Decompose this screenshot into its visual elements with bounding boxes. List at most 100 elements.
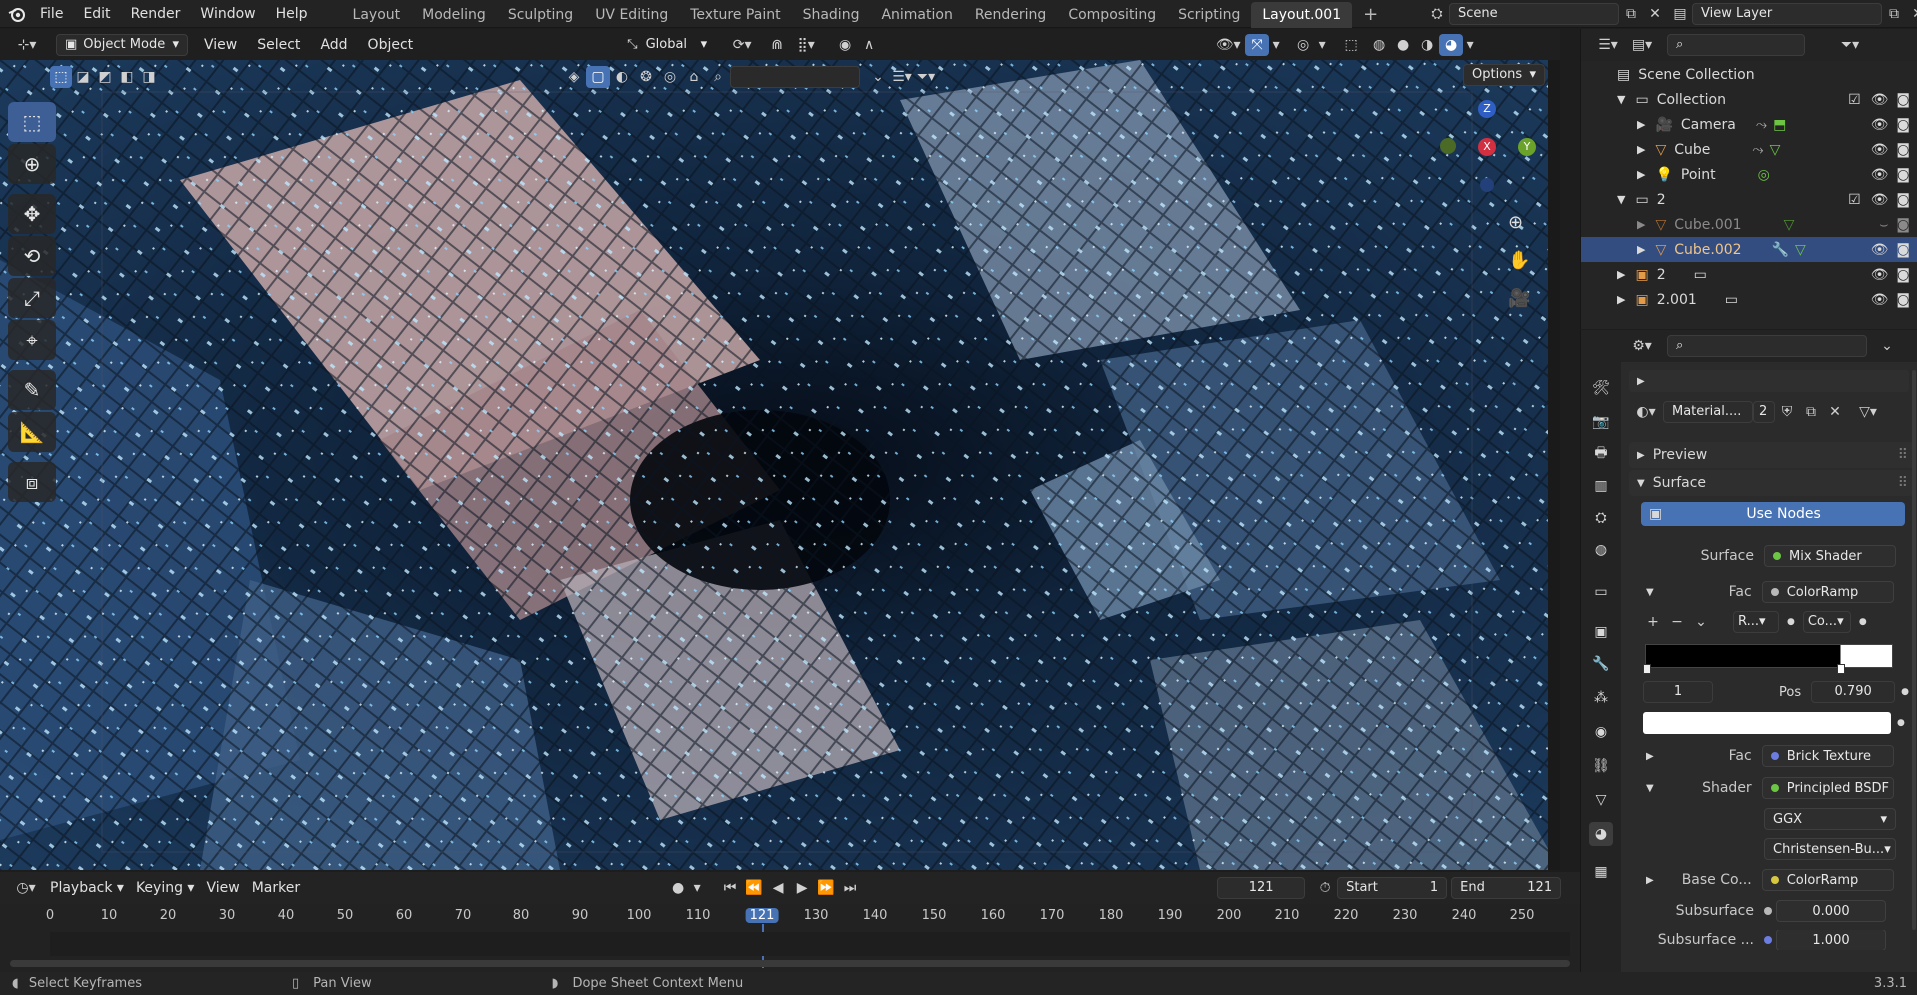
- scene-tab-icon[interactable]: ⛭: [1589, 506, 1613, 530]
- record-icon[interactable]: ●: [666, 877, 690, 899]
- use-nodes-button[interactable]: ▣ Use Nodes: [1641, 502, 1905, 526]
- remove-stop-icon[interactable]: −: [1665, 611, 1689, 633]
- outliner-search-input[interactable]: ⌕: [1667, 34, 1805, 56]
- 3d-viewport[interactable]: ⬚ ◪ ◩ ◧ ◨ ◈ ▢ ◐ ❂ ◎ ⌂ ⌕ ⌄ ☰▾ ⏷▾ Options …: [0, 60, 1560, 870]
- unlink-material-icon[interactable]: ✕: [1823, 401, 1847, 423]
- decorator-dot-icon[interactable]: ●: [1901, 687, 1909, 697]
- outliner-row-instance-2[interactable]: ▶ ▣ 2 ▭ 👁 ◙: [1581, 262, 1917, 287]
- colorramp-gradient[interactable]: [1645, 644, 1893, 668]
- outliner-row-camera[interactable]: ▶ 🎥 Camera ⤳ ⬒ 👁 ◙: [1581, 112, 1917, 137]
- current-frame-field[interactable]: 121: [1217, 877, 1306, 899]
- timeline-menu-marker[interactable]: Marker: [246, 874, 306, 902]
- outliner-editor-type-icon[interactable]: ☰▾: [1591, 34, 1625, 56]
- render-camera-icon[interactable]: ◙: [1896, 117, 1910, 133]
- display-mode-icon[interactable]: ▤▾: [1625, 34, 1659, 56]
- funnel-icon[interactable]: ⏷▾: [914, 66, 938, 88]
- tab-texture-paint[interactable]: Texture Paint: [679, 2, 791, 28]
- timeline-menu-playback[interactable]: Playback ▾: [44, 874, 130, 902]
- viewport-menu-object[interactable]: Object: [358, 31, 424, 59]
- select-invert-icon[interactable]: ◧: [116, 66, 138, 88]
- render-camera-icon[interactable]: ◙: [1896, 292, 1910, 308]
- viewport-search-input[interactable]: [730, 66, 860, 88]
- decorator-dot-icon[interactable]: ●: [1859, 617, 1867, 627]
- chevron-down-icon[interactable]: ▼: [1646, 587, 1654, 598]
- world-filter-icon[interactable]: ◎: [658, 66, 682, 88]
- particles-tab-icon[interactable]: ⁂: [1589, 686, 1613, 710]
- view-layer-tab-icon[interactable]: ▥: [1589, 474, 1613, 498]
- snap-toggle-icon[interactable]: ⋒: [765, 34, 789, 56]
- outliner-row-cube-002[interactable]: ▶ ▽ Cube.002 🔧 ▽ 👁 ◙: [1581, 237, 1917, 262]
- mode-dropdown[interactable]: ▣ Object Mode ▾: [56, 33, 188, 56]
- record-dropdown-icon[interactable]: ▾: [690, 877, 704, 899]
- frame-ruler[interactable]: 0 10 20 30 40 50 60 70 80 90 100 110 121…: [0, 908, 1580, 928]
- subsurface-method-dropdown[interactable]: Christensen-Bu... ▾: [1764, 838, 1896, 860]
- ramp-interpolation-dropdown[interactable]: R...▾: [1733, 611, 1779, 633]
- float-socket-icon[interactable]: [1764, 907, 1772, 915]
- delete-view-layer-icon[interactable]: ✕: [1906, 3, 1917, 25]
- add-workspace-button[interactable]: +: [1352, 2, 1389, 28]
- menu-edit[interactable]: Edit: [73, 0, 120, 28]
- visibility-dropdown-icon[interactable]: 👁▾: [1211, 34, 1245, 56]
- rendered-shading-icon[interactable]: ◕: [1439, 33, 1464, 56]
- render-camera-icon[interactable]: ◙: [1896, 192, 1910, 208]
- annotate-tool[interactable]: ✎: [8, 370, 56, 410]
- jump-start-icon[interactable]: ⏮: [718, 877, 742, 899]
- viewport-menu-add[interactable]: Add: [310, 31, 357, 59]
- eye-icon[interactable]: 👁: [1871, 92, 1889, 108]
- eye-icon[interactable]: 👁: [1871, 167, 1889, 183]
- start-frame-field[interactable]: Start 1: [1337, 877, 1448, 899]
- tab-compositing[interactable]: Compositing: [1057, 2, 1167, 28]
- viewport-menu-view[interactable]: View: [194, 31, 247, 59]
- tab-modeling[interactable]: Modeling: [411, 2, 497, 28]
- menu-file[interactable]: File: [30, 0, 73, 28]
- decorator-dot-icon[interactable]: ●: [1787, 617, 1795, 627]
- fake-user-shield-icon[interactable]: ⛨: [1775, 401, 1799, 423]
- render-camera-icon[interactable]: ◙: [1896, 267, 1910, 283]
- proportional-edit-icon[interactable]: ◉: [833, 34, 857, 56]
- transform-orientation-dropdown[interactable]: ⤡ Global ▾: [619, 34, 715, 56]
- gizmo-x-axis[interactable]: X: [1478, 138, 1496, 156]
- surface-shader-field[interactable]: Mix Shader: [1764, 545, 1896, 567]
- outliner-filter-icon[interactable]: ⏷▾: [1833, 34, 1867, 56]
- pan-hand-icon[interactable]: ✋: [1508, 250, 1530, 271]
- tab-rendering[interactable]: Rendering: [964, 2, 1058, 28]
- ramp-mode-dropdown[interactable]: Co...▾: [1802, 611, 1851, 633]
- tab-shading[interactable]: Shading: [792, 2, 871, 28]
- base-color-input-field[interactable]: ColorRamp: [1761, 869, 1894, 891]
- menu-render[interactable]: Render: [121, 0, 191, 28]
- rotate-tool[interactable]: ⟲: [8, 236, 56, 276]
- fac-input-field[interactable]: ColorRamp: [1761, 581, 1894, 603]
- sphere-filter-icon[interactable]: ◐: [610, 66, 634, 88]
- eye-icon[interactable]: 👁: [1871, 267, 1889, 283]
- decorator-dot-icon[interactable]: ●: [1897, 718, 1905, 728]
- object-tab-icon[interactable]: ▣: [1589, 620, 1613, 644]
- wireframe-shading-icon[interactable]: ◍: [1367, 34, 1391, 56]
- material-shading-icon[interactable]: ◑: [1415, 34, 1439, 56]
- gizmo-neg-z[interactable]: [1480, 178, 1494, 192]
- colorramp-stop-0[interactable]: [1643, 664, 1651, 674]
- gizmo-dropdown-icon[interactable]: ▾: [1269, 34, 1283, 56]
- chevron-right-icon[interactable]: ▶: [1646, 751, 1654, 762]
- material-users-count[interactable]: 2: [1753, 401, 1775, 423]
- prev-keyframe-icon[interactable]: ⏪: [742, 877, 766, 899]
- scene-filter-icon[interactable]: ⌂: [682, 66, 706, 88]
- timeline-scrollbar[interactable]: [10, 960, 1570, 967]
- fac2-input-field[interactable]: Brick Texture: [1761, 745, 1894, 767]
- menu-window[interactable]: Window: [190, 0, 265, 28]
- chevron-down-icon[interactable]: ▼: [1646, 783, 1654, 794]
- viewport-sidebar-strip[interactable]: [1548, 60, 1560, 870]
- current-frame-marker[interactable]: 121: [745, 908, 779, 923]
- gizmo-toggle-icon[interactable]: ⤧: [1245, 33, 1270, 56]
- sort-icon[interactable]: ☰▾: [890, 66, 914, 88]
- tab-layout[interactable]: Layout: [342, 2, 412, 28]
- material-browse-icon[interactable]: ◐▾: [1629, 401, 1663, 423]
- tab-sculpting[interactable]: Sculpting: [497, 2, 584, 28]
- subsurface-value-field[interactable]: 0.000: [1776, 900, 1886, 922]
- eye-icon[interactable]: 👁: [1871, 292, 1889, 308]
- outliner-row-cube-001[interactable]: ▶ ▽ Cube.001 ▽ ⌣ ◙: [1581, 212, 1917, 237]
- end-frame-field[interactable]: End 121: [1451, 877, 1562, 899]
- solid-shading-icon[interactable]: ●: [1391, 34, 1415, 56]
- light-filter-icon[interactable]: ❂: [634, 66, 658, 88]
- xray-toggle-icon[interactable]: ⬚: [1339, 34, 1363, 56]
- checkbox-icon[interactable]: ☑: [1848, 92, 1861, 108]
